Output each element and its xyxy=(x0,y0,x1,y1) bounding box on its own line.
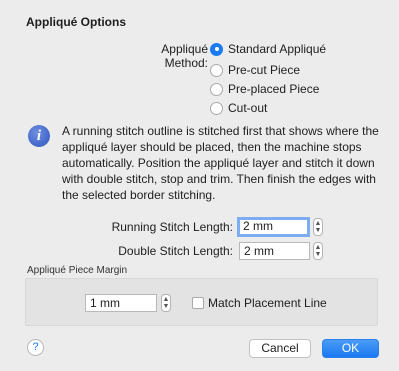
ok-button[interactable]: OK xyxy=(322,339,379,358)
radio-pre-placed-piece[interactable]: Pre-placed Piece xyxy=(210,81,319,97)
radio-label-pre-cut-piece: Pre-cut Piece xyxy=(228,63,301,77)
radio-label-pre-placed-piece: Pre-placed Piece xyxy=(228,82,320,96)
match-placement-line-checkbox[interactable] xyxy=(192,297,204,309)
radio-standard-applique[interactable]: Standard Appliqué xyxy=(210,41,326,57)
radio-button[interactable] xyxy=(210,101,223,115)
margin-stepper[interactable]: ▲ ▼ xyxy=(161,294,171,312)
radio-button-selected[interactable] xyxy=(210,42,223,56)
radio-pre-cut-piece[interactable]: Pre-cut Piece xyxy=(210,62,300,78)
radio-button[interactable] xyxy=(210,82,223,96)
match-placement-line-label: Match Placement Line xyxy=(208,296,327,310)
radio-cut-out[interactable]: Cut-out xyxy=(210,100,267,116)
radio-button[interactable] xyxy=(210,63,223,77)
running-stitch-length-label: Running Stitch Length: xyxy=(111,220,233,234)
applique-piece-margin-label: Appliqué Piece Margin xyxy=(27,265,128,276)
running-stitch-length-stepper[interactable]: ▲ ▼ xyxy=(313,218,323,236)
help-button[interactable]: ? xyxy=(27,339,44,356)
cancel-button[interactable]: Cancel xyxy=(249,339,311,358)
dialog-title: Appliqué Options xyxy=(26,15,126,29)
margin-input[interactable]: 1 mm xyxy=(85,294,157,312)
running-stitch-length-input[interactable]: 2 mm xyxy=(237,217,310,237)
double-stitch-length-input[interactable]: 2 mm xyxy=(239,242,310,260)
applique-method-label: Appliqué Method: xyxy=(161,42,208,70)
radio-label-standard-applique: Standard Appliqué xyxy=(228,42,327,56)
double-stitch-length-stepper[interactable]: ▲ ▼ xyxy=(313,242,323,260)
info-icon: i xyxy=(28,125,50,147)
double-stitch-length-label: Double Stitch Length: xyxy=(118,244,233,258)
info-description: A running stitch outline is stitched fir… xyxy=(62,124,379,202)
radio-label-cut-out: Cut-out xyxy=(228,101,268,115)
